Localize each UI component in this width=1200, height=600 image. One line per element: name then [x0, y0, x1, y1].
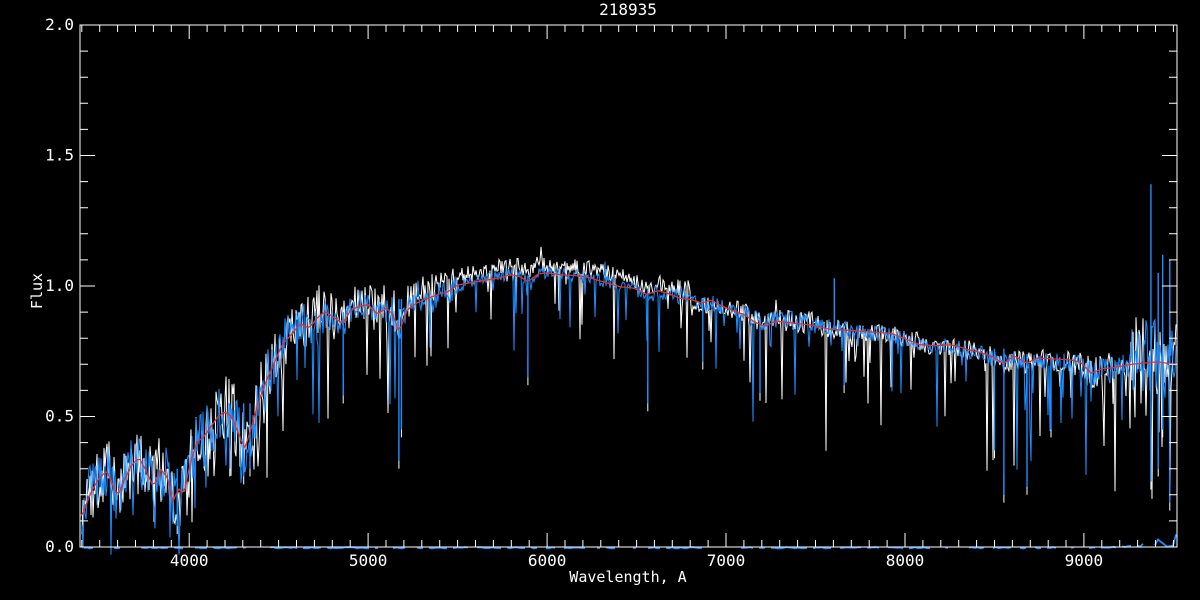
x-tick-label: 6000: [528, 551, 567, 570]
y-axis-label: Flux: [28, 273, 46, 309]
spectrum-chart: 218935 Wavelength, A Flux 4000 5000 6000…: [0, 0, 1200, 600]
y-tick-label: 1.5: [45, 146, 74, 165]
x-tick-label: 9000: [1065, 551, 1104, 570]
x-tick-label: 5000: [349, 551, 388, 570]
y-tick-label: 0.5: [45, 407, 74, 426]
y-tick-label: 0.0: [45, 537, 74, 556]
x-tick-label: 4000: [170, 551, 209, 570]
chart-title: 218935: [599, 0, 657, 19]
x-axis-label: Wavelength, A: [569, 568, 686, 586]
y-tick-label: 1.0: [45, 276, 74, 295]
x-tick-label: 8000: [886, 551, 925, 570]
x-tick-label: 7000: [707, 551, 746, 570]
y-tick-label: 2.0: [45, 15, 74, 34]
